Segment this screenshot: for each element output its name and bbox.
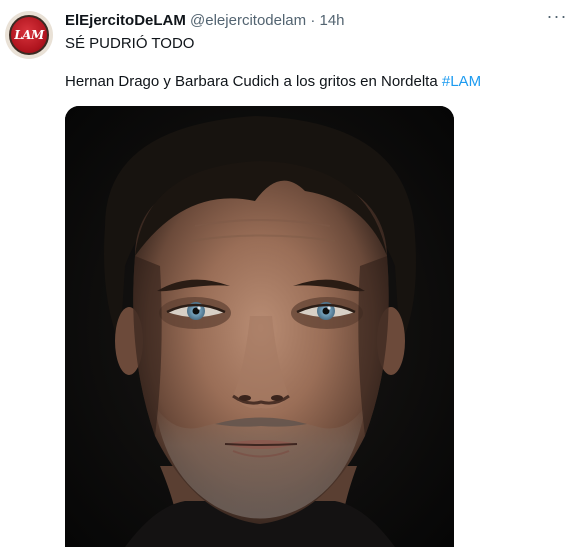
more-options-icon[interactable]: ··· — [545, 7, 569, 29]
separator-dot: · — [310, 12, 316, 29]
hashtag-link[interactable]: #LAM — [442, 73, 481, 90]
display-name[interactable]: ElEjercitoDeLAM — [65, 12, 186, 29]
handle[interactable]: @elejercitodelam — [190, 12, 306, 29]
portrait-photo — [65, 106, 454, 547]
tweet-photo[interactable] — [65, 106, 454, 547]
tweet-text-line1: SÉ PUDRIÓ TODO — [65, 35, 195, 52]
tweet-text: Hernan Drago y Barbara Cudich a los grit… — [65, 73, 438, 90]
tweet-header: ElEjercitoDeLAM @elejercitodelam · 14h — [65, 11, 345, 31]
avatar-logo: LAM — [9, 15, 49, 55]
timestamp[interactable]: 14h — [320, 12, 345, 29]
tweet-text-line2: Hernan Drago y Barbara Cudich a los grit… — [65, 72, 481, 92]
avatar[interactable]: LAM — [5, 11, 53, 59]
tweet[interactable]: LAM ElEjercitoDeLAM @elejercitodelam · 1… — [0, 0, 581, 547]
